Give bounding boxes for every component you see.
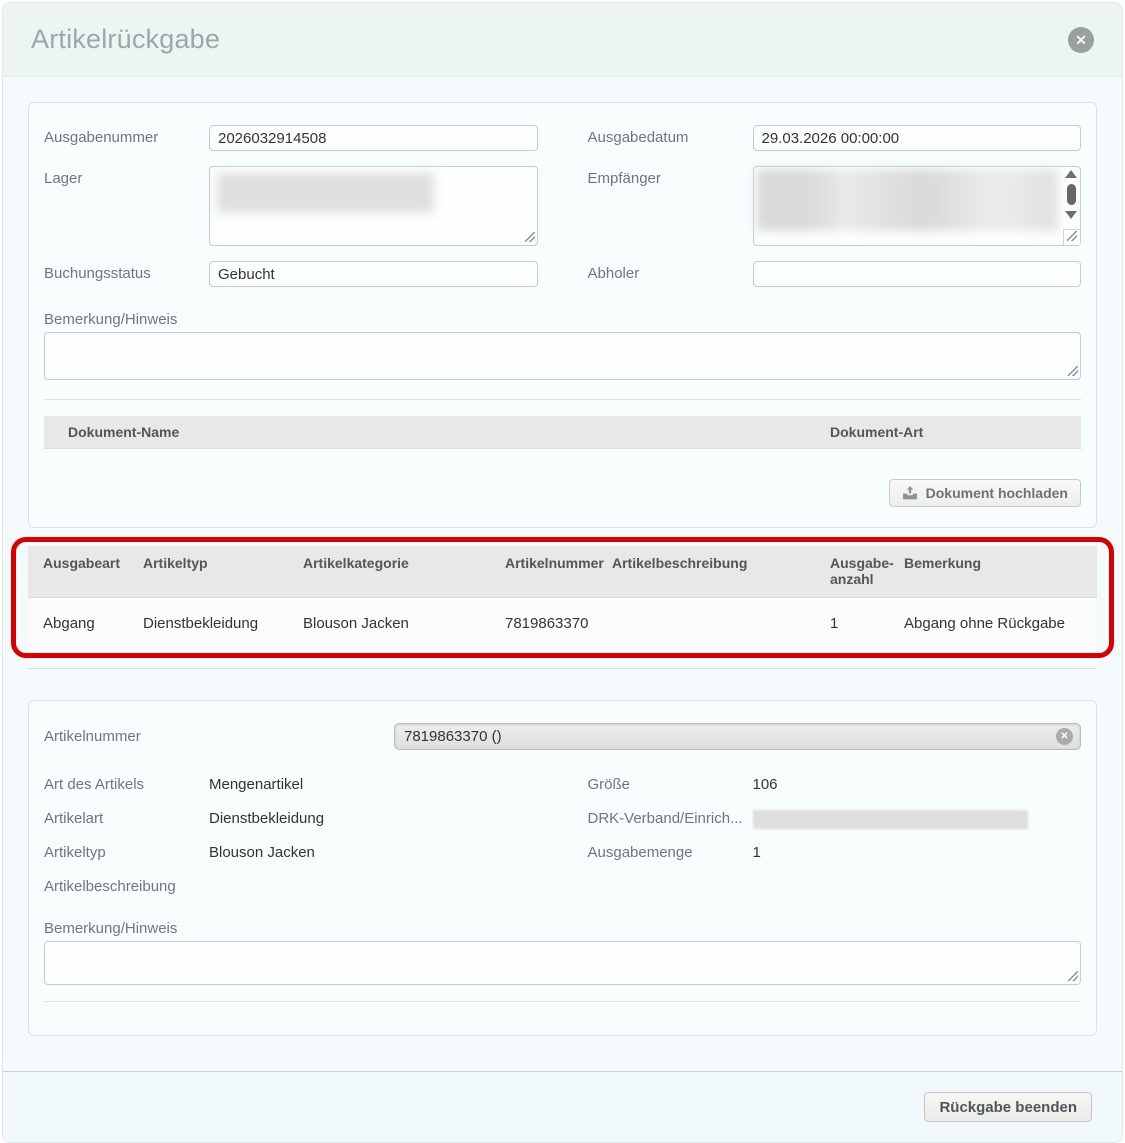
field-detail-bemerkung: Bemerkung/Hinweis (44, 920, 1081, 985)
redacted-text (753, 810, 1028, 829)
field-ausgabedatum: Ausgabedatum (588, 125, 1082, 151)
articles-header-artikeltyp: Artikeltyp (143, 555, 303, 587)
cell-artikeltyp: Dienstbekleidung (143, 615, 303, 632)
buchungsstatus-input[interactable] (209, 261, 538, 287)
field-abholer: Abholer (588, 261, 1082, 287)
detail-row-artikelart: Artikelart Dienstbekleidung (44, 810, 538, 830)
field-buchungsstatus: Buchungsstatus (44, 261, 538, 287)
detail-row-artikeltyp: Artikeltyp Blouson Jacken (44, 844, 538, 864)
detail-row-groesse: Größe 106 (588, 776, 1082, 796)
ausgabenummer-input[interactable] (209, 125, 538, 151)
detail-bemerkung-label: Bemerkung/Hinweis (44, 920, 1081, 937)
abholer-input[interactable] (753, 261, 1082, 287)
divider (44, 399, 1081, 400)
scroll-down-icon[interactable] (1065, 211, 1077, 219)
cell-ausgabeanzahl: 1 (830, 615, 904, 632)
detail-row-drk-verband: DRK-Verband/Einrich... (588, 810, 1082, 830)
field-lager: Lager (44, 166, 538, 246)
documents-header-name: Dokument-Name (44, 424, 830, 440)
dialog-body: Ausgabenummer Ausgabedatum Lager (3, 77, 1122, 1036)
lager-label: Lager (44, 166, 209, 187)
cell-bemerkung: Abgang ohne Rückgabe (904, 615, 1097, 632)
detail-bemerkung-textarea[interactable] (44, 941, 1081, 985)
field-bemerkung: Bemerkung/Hinweis (44, 311, 1081, 380)
cell-artikelnummer: 7819863370 (505, 615, 612, 632)
clear-icon[interactable]: ✕ (1056, 728, 1073, 745)
articles-header-ausgabeanzahl: Ausgabe- anzahl (830, 555, 904, 587)
articles-table-header: Ausgabeart Artikeltyp Artikelkategorie A… (28, 546, 1097, 598)
empfaenger-label: Empfänger (588, 166, 753, 187)
detail-row-art-des-artikels: Art des Artikels Mengenartikel (44, 776, 538, 796)
finish-return-button[interactable]: Rückgabe beenden (924, 1092, 1092, 1122)
detail-right-column: Größe 106 DRK-Verband/Einrich... Ausgabe… (588, 776, 1082, 912)
redacted-text (756, 169, 1058, 231)
cell-artikelkategorie: Blouson Jacken (303, 615, 505, 632)
detail-artikelnummer-input[interactable]: 7819863370 () ✕ (394, 723, 1081, 750)
bemerkung-textarea[interactable] (44, 332, 1081, 380)
close-icon[interactable]: ✕ (1068, 27, 1094, 53)
abholer-label: Abholer (588, 261, 753, 282)
field-ausgabenummer: Ausgabenummer (44, 125, 538, 151)
detail-left-column: Art des Artikels Mengenartikel Artikelar… (44, 776, 538, 912)
artikelrueckgabe-dialog: Artikelrückgabe ✕ Ausgabenummer Ausgabed… (2, 2, 1123, 1143)
cell-ausgabeart: Abgang (28, 615, 143, 632)
dialog-header: Artikelrückgabe ✕ (3, 3, 1122, 77)
resize-handle-icon[interactable] (1068, 366, 1078, 376)
divider (28, 668, 1097, 669)
detail-row-ausgabemenge: Ausgabemenge 1 (588, 844, 1082, 864)
resize-handle-icon[interactable] (525, 232, 535, 242)
dialog-footer: Rückgabe beenden (3, 1071, 1122, 1142)
detail-artikelnummer-label: Artikelnummer (44, 728, 394, 745)
field-detail-artikelnummer: Artikelnummer 7819863370 () ✕ (44, 723, 1081, 750)
resize-corner (1063, 229, 1080, 245)
documents-table-header: Dokument-Name Dokument-Art (44, 416, 1081, 449)
articles-header-artikelnummer: Artikelnummer (505, 555, 612, 587)
red-annotation-box: Ausgabeart Artikeltyp Artikelkategorie A… (11, 537, 1114, 658)
bemerkung-label: Bemerkung/Hinweis (44, 311, 1081, 328)
buchungsstatus-label: Buchungsstatus (44, 261, 209, 282)
article-detail-card: Artikelnummer 7819863370 () ✕ Art des Ar… (28, 700, 1097, 1036)
articles-header-ausgabeart: Ausgabeart (28, 555, 143, 587)
ausgabedatum-input[interactable] (753, 125, 1082, 151)
scrollbar-thumb[interactable] (1067, 184, 1076, 205)
dialog-title: Artikelrückgabe (31, 24, 220, 55)
resize-handle-icon[interactable] (1067, 231, 1077, 241)
redacted-text (217, 173, 434, 213)
ausgabenummer-label: Ausgabenummer (44, 125, 209, 146)
upload-button-label: Dokument hochladen (926, 485, 1068, 501)
upload-document-button[interactable]: Dokument hochladen (889, 479, 1081, 507)
articles-header-artikelbeschreibung: Artikelbeschreibung (612, 555, 830, 587)
articles-header-artikelkategorie: Artikelkategorie (303, 555, 505, 587)
ausgabedatum-label: Ausgabedatum (588, 125, 753, 146)
upload-icon (902, 486, 918, 501)
scrollbar[interactable] (1064, 170, 1078, 219)
table-row[interactable]: Abgang Dienstbekleidung Blouson Jacken 7… (28, 598, 1097, 651)
scroll-up-icon[interactable] (1065, 170, 1077, 178)
detail-row-artikelbeschreibung: Artikelbeschreibung (44, 878, 538, 898)
articles-header-bemerkung: Bemerkung (904, 555, 1097, 587)
resize-handle-icon[interactable] (1068, 971, 1078, 981)
field-empfaenger: Empfänger (588, 166, 1082, 246)
documents-header-art: Dokument-Art (830, 424, 1081, 440)
issue-form-card: Ausgabenummer Ausgabedatum Lager (28, 102, 1097, 528)
detail-artikelnummer-value: 7819863370 () (404, 728, 502, 745)
